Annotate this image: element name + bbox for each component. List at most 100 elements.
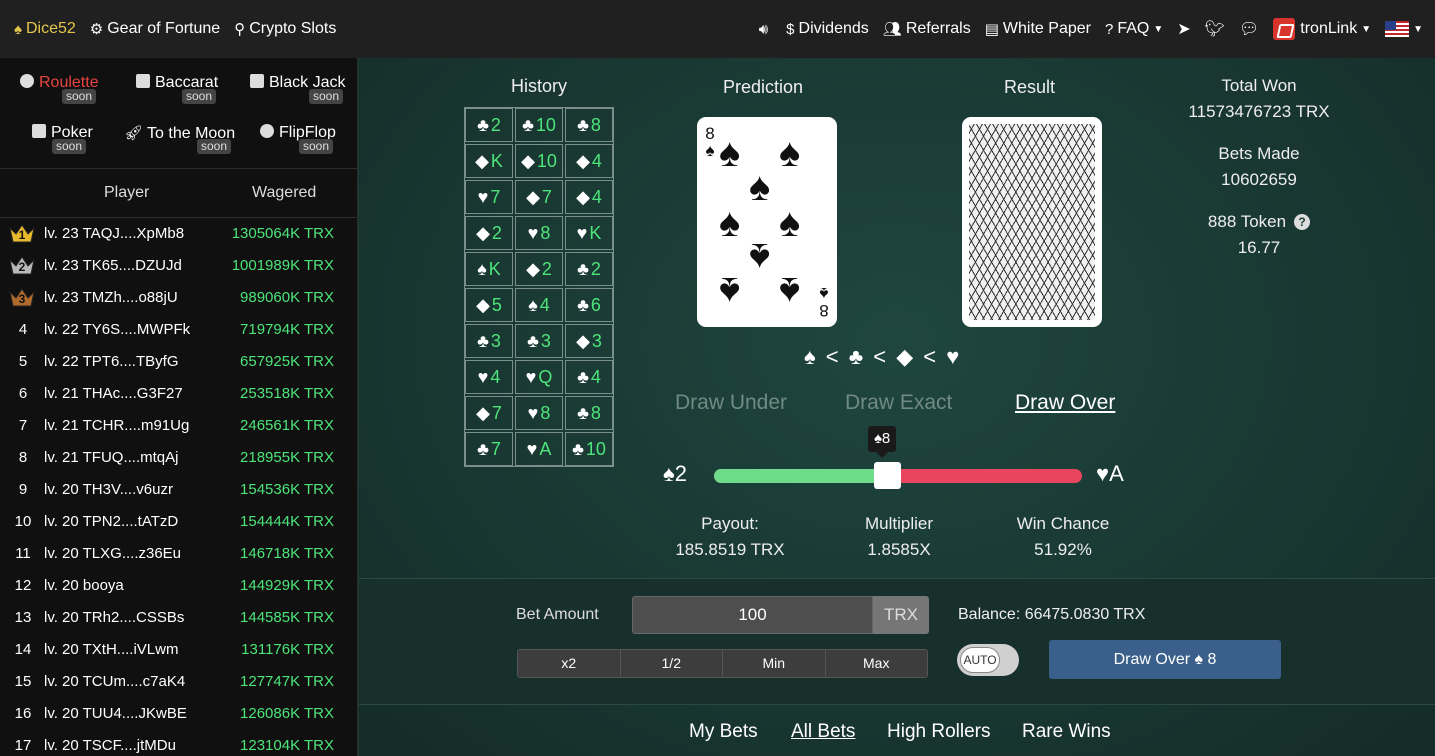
twitter-link[interactable]: 🐦︎ [1205, 19, 1225, 39]
history-rank: 7 [491, 402, 502, 423]
dollar-icon: $ [786, 20, 795, 38]
prediction-title: Prediction [723, 77, 804, 97]
nav-referrals[interactable]: 👥︎ Referrals [883, 20, 971, 38]
leaderboard-rank: 9 [18, 481, 28, 498]
history-suit-icon: ◆ [576, 186, 590, 207]
tab-my-bets[interactable]: My Bets [689, 721, 758, 743]
draw-under-option[interactable]: Draw Under [675, 391, 787, 415]
leaderboard-row: 12 lv. 20 booya 144929K TRX [0, 570, 358, 602]
nav-crypto-slots[interactable]: ⚲ Crypto Slots [234, 20, 336, 38]
leaderboard-wagered: 657925K TRX [240, 353, 334, 370]
game-menu: Roulette soon Baccarat soon Black Jack s… [0, 58, 358, 168]
sound-toggle[interactable]: 🔊︎ [759, 21, 772, 38]
history-cell: ◆ 2 [465, 216, 513, 250]
history-suit-icon: ♣ [477, 330, 489, 351]
history-cell: ♣ 6 [565, 288, 613, 322]
leaderboard-wagered: 144929K TRX [240, 577, 334, 594]
nav-faq-dropdown[interactable]: ? FAQ ▼ [1105, 20, 1163, 38]
history-rank: 2 [541, 258, 552, 279]
leaderboard-list: 1 lv. 23 TAQJ....XpMb8 1305064K TRX 2 lv. 23… [0, 218, 358, 756]
leaderboard-rank: 16 [14, 705, 32, 722]
history-rank: 4 [490, 366, 501, 387]
help-icon[interactable]: ? [1294, 214, 1311, 230]
bet-currency: TRX [873, 596, 929, 634]
history-rank: 8 [540, 222, 551, 243]
history-suit-icon: ♥ [576, 222, 588, 243]
bets-made-value: 10602659 [1221, 170, 1297, 189]
leaderboard-rank: 13 [14, 609, 32, 626]
balance-display: Balance: 66475.0830 TRX [958, 606, 1146, 623]
soon-badge: soon [52, 139, 87, 154]
history-rank: 4 [539, 294, 550, 315]
history-rank: 8 [540, 402, 551, 423]
double-bet-button[interactable]: x2 [518, 650, 621, 677]
leaderboard-wagered: 154444K TRX [240, 513, 334, 530]
leaderboard-player: lv. 23 TAQJ....XpMb8 [44, 225, 185, 242]
history-suit-icon: ♣ [577, 366, 589, 387]
leaderboard-row: 5 lv. 22 TPT6....TByfG 657925K TRX [0, 346, 358, 378]
coin-icon [260, 124, 274, 138]
tab-high-rollers[interactable]: High Rollers [887, 721, 990, 743]
nav-brand-dice52[interactable]: ♠ Dice52 [14, 20, 76, 38]
leaderboard-rank: 15 [14, 673, 32, 690]
leaderboard-row: 10 lv. 20 TPN2....tATzD 154444K TRX [0, 506, 358, 538]
history-cell: ♣ 2 [465, 108, 513, 142]
tab-rare-wins[interactable]: Rare Wins [1022, 721, 1111, 743]
wallet-dropdown[interactable]: tronLink ▼ [1273, 18, 1371, 40]
bet-amount-input[interactable] [632, 596, 873, 634]
history-suit-icon: ♣ [577, 114, 589, 135]
history-cell: ♥ 4 [465, 360, 513, 394]
history-suit-icon: ♥ [525, 366, 537, 387]
draw-over-option[interactable]: Draw Over [1015, 391, 1115, 415]
telegram-link[interactable]: ➤ [1177, 19, 1190, 39]
history-rank: 8 [590, 114, 601, 135]
history-suit-icon: ♥ [527, 402, 539, 423]
leaderboard-player: lv. 20 TSCF....jtMDu [44, 737, 176, 754]
spade-pip: ♠ [719, 131, 741, 175]
card-icon [250, 74, 264, 88]
language-dropdown[interactable]: ▼ [1385, 21, 1423, 37]
history-rank: A [539, 438, 552, 459]
leaderboard-rank: 4 [18, 321, 28, 338]
users-icon: 👥︎ [882, 21, 902, 38]
leaderboard-rank: 14 [14, 641, 32, 658]
leaderboard-player: lv. 20 TCUm....c7aK4 [44, 673, 186, 690]
draw-exact-option[interactable]: Draw Exact [845, 391, 952, 415]
nav-gear-of-fortune[interactable]: ⚙ Gear of Fortune [90, 20, 220, 38]
history-suit-icon: ♣ [577, 294, 589, 315]
wechat-link[interactable]: 💬︎ [1239, 19, 1259, 39]
history-suit-icon: ♥ [477, 186, 489, 207]
tab-all-bets[interactable]: All Bets [791, 721, 855, 743]
auto-toggle[interactable]: AUTO [957, 644, 1019, 676]
draw-over-button[interactable]: Draw Over ♠ 8 [1049, 640, 1281, 679]
nav-white-paper[interactable]: ▤ White Paper [985, 20, 1091, 38]
history-rank: 4 [591, 150, 602, 171]
caret-down-icon: ▼ [1361, 23, 1372, 35]
caret-down-icon: ▼ [1153, 23, 1164, 35]
history-cell: ♣ 8 [565, 108, 613, 142]
half-bet-button[interactable]: 1/2 [620, 650, 723, 677]
history-cell: ♥ A [515, 432, 563, 466]
min-bet-button[interactable]: Min [723, 650, 826, 677]
history-rank: 5 [491, 294, 502, 315]
rocket-icon: 🚀︎ [124, 125, 144, 142]
cards-icon [136, 74, 150, 88]
leaderboard-player: lv. 21 THAc....G3F27 [44, 385, 183, 402]
soon-badge: soon [182, 89, 217, 104]
twitter-icon: 🐦︎ [1204, 21, 1225, 38]
leaderboard-player: lv. 22 TPT6....TByfG [44, 353, 179, 370]
leaderboard-rank: 5 [18, 353, 28, 370]
leaderboard-player: lv. 22 TY6S....MWPFk [44, 321, 191, 338]
leaderboard-wagered: 146718K TRX [240, 545, 334, 562]
history-cell: ◆ K [465, 144, 513, 178]
history-cell: ♣ 8 [565, 396, 613, 430]
slider-value-tooltip: ♠8 [867, 426, 897, 458]
leaderboard-row: 7 lv. 21 TCHR....m91Ug 246561K TRX [0, 410, 358, 442]
history-cell: ♣ 4 [565, 360, 613, 394]
nav-dividends[interactable]: $ Dividends [786, 20, 869, 38]
history-rank: 2 [590, 258, 601, 279]
history-suit-icon: ♠ [477, 258, 487, 279]
leaderboard-player: lv. 20 TH3V....v6uzr [44, 481, 173, 498]
range-slider-handle[interactable] [873, 462, 901, 489]
max-bet-button[interactable]: Max [825, 650, 927, 677]
